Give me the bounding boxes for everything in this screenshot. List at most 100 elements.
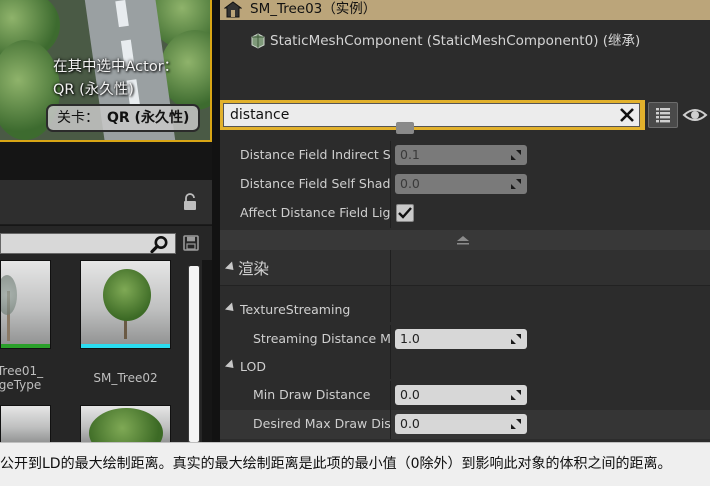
asset-label: SM_Tree02 bbox=[80, 371, 171, 385]
partial-checkbox[interactable] bbox=[396, 122, 414, 134]
asset-tile[interactable]: Tree01_ geType bbox=[0, 260, 52, 392]
asset-tile[interactable]: SM_Tree02 bbox=[80, 260, 172, 390]
property-row: Distance Field Indirect Shadow 0.1 bbox=[220, 141, 710, 170]
drag-handle-icon bbox=[511, 334, 521, 344]
drag-handle-icon bbox=[511, 150, 521, 160]
affect-distance-field-lighting-checkbox[interactable] bbox=[396, 204, 414, 222]
subcategory-label: LOD bbox=[240, 359, 266, 374]
expand-arrow-icon bbox=[224, 302, 238, 315]
property-value: 0.1 bbox=[400, 147, 420, 162]
property-row: Streaming Distance Multiplier 1.0 bbox=[220, 325, 710, 354]
expand-arrow-icon bbox=[224, 359, 238, 372]
asset-type-bar bbox=[81, 344, 170, 348]
asset-grid-scrollbar[interactable] bbox=[188, 266, 200, 442]
property-label: Desired Max Draw Distance bbox=[253, 416, 390, 431]
property-value: 0.0 bbox=[400, 176, 420, 191]
details-search-frame bbox=[220, 100, 645, 130]
column-splitter[interactable] bbox=[390, 199, 391, 228]
actor-icon bbox=[224, 1, 242, 18]
asset-label-line1: SM_Tree02 bbox=[93, 371, 158, 385]
property-label: Min Draw Distance bbox=[253, 387, 371, 402]
desired-max-draw-distance-input[interactable]: 0.0 bbox=[395, 414, 527, 434]
search-icon bbox=[150, 236, 168, 254]
column-splitter[interactable] bbox=[390, 410, 391, 439]
property-value: 1.0 bbox=[400, 331, 420, 346]
drag-handle-icon bbox=[511, 390, 521, 400]
property-value: 0.0 bbox=[400, 416, 420, 431]
column-splitter[interactable] bbox=[390, 325, 391, 354]
property-row: Distance Field Self Shadow 0.0 bbox=[220, 170, 710, 199]
expand-arrow-icon bbox=[224, 261, 238, 274]
column-splitter[interactable] bbox=[390, 381, 391, 410]
selected-actor-row[interactable]: SM_Tree03（实例） bbox=[220, 0, 710, 20]
property-label: Distance Field Indirect Shadow bbox=[240, 147, 390, 162]
property-row-hovered: Desired Max Draw Distance 0.0 bbox=[220, 410, 710, 439]
property-list: Distance Field Indirect Shadow 0.1 Dista… bbox=[220, 122, 710, 442]
property-tooltip: 公开到LD的最大绘制距离。真实的最大绘制距离是此项的最小值（0除外）到影响此对象… bbox=[0, 442, 710, 486]
clear-icon[interactable] bbox=[617, 105, 637, 125]
road-marking bbox=[115, 0, 129, 28]
subcategory-label: TextureStreaming bbox=[240, 302, 351, 317]
panel-divider[interactable] bbox=[212, 0, 220, 486]
level-badge: 关卡： QR (永久性) bbox=[46, 104, 200, 132]
level-badge-label: 关卡： bbox=[57, 110, 99, 126]
level-badge-value: QR (永久性) bbox=[107, 110, 190, 126]
tree-crown bbox=[1, 275, 17, 315]
distance-field-self-shadow-input[interactable]: 0.0 bbox=[395, 174, 527, 194]
details-panel: SM_Tree03（实例） StaticMeshComponent (Stati… bbox=[220, 0, 710, 486]
asset-thumbnail bbox=[0, 260, 51, 349]
collapse-arrow-icon bbox=[457, 236, 469, 245]
min-draw-distance-input[interactable]: 0.0 bbox=[395, 385, 527, 405]
asset-thumbnail bbox=[80, 405, 171, 442]
distance-field-indirect-shadow-input[interactable]: 0.1 bbox=[395, 145, 527, 165]
selected-actor-info: 在其中选中Actor： QR (永久性) bbox=[53, 56, 178, 102]
column-splitter[interactable] bbox=[390, 170, 391, 199]
lock-icon[interactable] bbox=[182, 193, 198, 211]
tree-crown bbox=[89, 408, 163, 442]
scrollbar-thumb[interactable] bbox=[189, 266, 199, 442]
static-mesh-icon bbox=[251, 33, 265, 49]
selected-actor-level: QR (永久性) bbox=[53, 82, 134, 98]
column-splitter[interactable] bbox=[390, 250, 391, 286]
list-view-icon bbox=[656, 108, 670, 123]
asset-tile[interactable] bbox=[0, 405, 52, 442]
view-options-button[interactable] bbox=[648, 102, 678, 128]
subcategory-texture-streaming[interactable]: TextureStreaming bbox=[220, 286, 710, 322]
column-splitter[interactable] bbox=[390, 286, 391, 322]
property-row: Affect Distance Field Lighting bbox=[220, 199, 710, 228]
selected-actor-caption: 在其中选中Actor： bbox=[53, 59, 179, 75]
component-row[interactable]: StaticMeshComponent (StaticMeshComponent… bbox=[250, 31, 640, 51]
property-label: Streaming Distance Multiplier bbox=[253, 331, 390, 346]
asset-tile[interactable] bbox=[80, 405, 172, 442]
asset-search-input[interactable] bbox=[0, 233, 176, 254]
property-value: 0.0 bbox=[400, 387, 420, 402]
eye-icon[interactable] bbox=[682, 104, 708, 126]
asset-grid: Tree01_ geType SM_Tree02 bbox=[0, 260, 202, 442]
property-label: Affect Distance Field Lighting bbox=[240, 205, 390, 220]
category-render[interactable]: 渲染 bbox=[220, 250, 710, 286]
details-search-input[interactable] bbox=[223, 103, 640, 127]
asset-thumbnail bbox=[0, 405, 51, 442]
category-label: 渲染 bbox=[238, 260, 270, 278]
subcategory-lod[interactable]: LOD bbox=[220, 353, 710, 379]
asset-thumbnail bbox=[80, 260, 171, 349]
property-label: Distance Field Self Shadow bbox=[240, 176, 390, 191]
content-browser-tab-strip bbox=[0, 144, 212, 180]
content-browser-header bbox=[0, 180, 212, 225]
column-splitter[interactable] bbox=[390, 141, 391, 170]
asset-label-line2: geType bbox=[0, 378, 42, 392]
component-name: StaticMeshComponent (StaticMeshComponent… bbox=[270, 33, 641, 49]
asset-label: Tree01_ geType bbox=[0, 364, 52, 392]
advanced-toggle[interactable] bbox=[220, 230, 710, 250]
level-viewport[interactable]: 在其中选中Actor： QR (永久性) 关卡： QR (永久性) bbox=[0, 0, 212, 142]
column-splitter[interactable] bbox=[390, 353, 391, 379]
asset-type-bar bbox=[1, 344, 50, 348]
actor-name: SM_Tree03（实例） bbox=[250, 1, 377, 17]
streaming-distance-multiplier-input[interactable]: 1.0 bbox=[395, 329, 527, 349]
drag-handle-icon bbox=[511, 179, 521, 189]
property-row: Min Draw Distance 0.0 bbox=[220, 381, 710, 410]
asset-label-line1: Tree01_ bbox=[0, 364, 44, 378]
save-icon[interactable] bbox=[183, 235, 199, 251]
tree-crown bbox=[103, 269, 151, 321]
drag-handle-icon bbox=[511, 419, 521, 429]
